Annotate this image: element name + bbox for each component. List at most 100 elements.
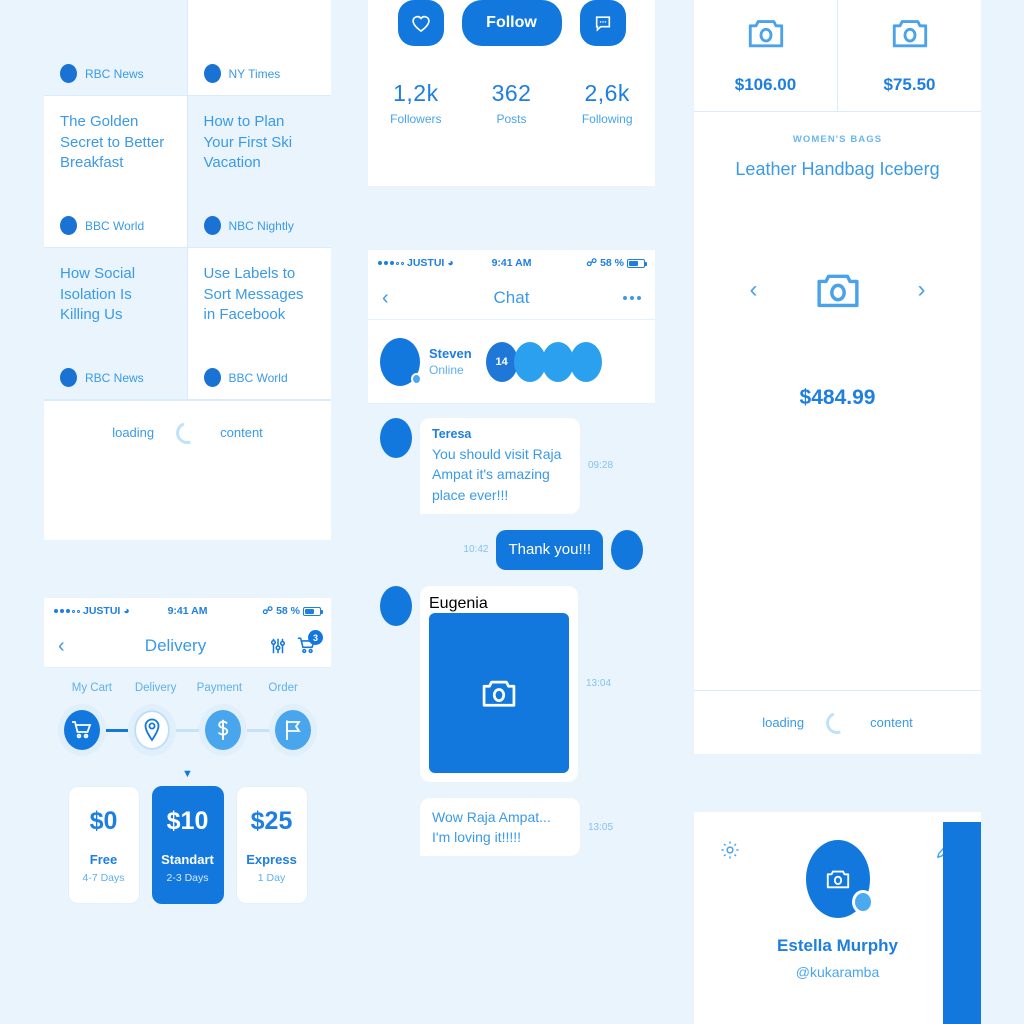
message-timestamp: 09:28 <box>588 460 614 472</box>
battery-label: 58 % <box>276 605 300 617</box>
delivery-option[interactable]: $10 Standart 2-3 Days <box>151 786 224 904</box>
news-source-name: RBC News <box>85 370 144 385</box>
chat-message[interactable]: Eugenia 13:04 <box>380 585 643 782</box>
sliders-icon <box>269 637 287 655</box>
side-rail <box>943 822 981 1024</box>
flag-icon <box>283 719 303 741</box>
chat-message-list: Teresa You should visit Raja Ampat it's a… <box>368 404 655 886</box>
chat-message[interactable]: Teresa You should visit Raja Ampat it's a… <box>380 418 643 514</box>
option-amount: $25 <box>250 806 293 835</box>
delivery-tab[interactable]: Order <box>251 682 315 694</box>
profile-stat-list: 1,2k Followers 362 Posts 2,6k Following <box>368 80 655 126</box>
stepper-node-dollar[interactable] <box>198 704 247 756</box>
message-button[interactable] <box>579 0 626 46</box>
news-source: NY Times <box>203 64 316 83</box>
story-avatar[interactable] <box>569 341 602 382</box>
delivery-tab[interactable]: Payment <box>188 682 252 694</box>
stepper-connector <box>106 728 129 732</box>
camera-icon <box>825 867 851 891</box>
profile-actions: Follow <box>368 0 655 46</box>
current-user-story[interactable]: Steven Online <box>380 337 472 386</box>
stat-label: Followers <box>390 112 442 126</box>
stepper-node-cart[interactable] <box>58 704 106 756</box>
message-bubble: Thank you!!! <box>496 529 603 570</box>
clock-label: 9:41 AM <box>491 257 532 269</box>
chevron-left-icon: ‹ <box>58 634 65 657</box>
delivery-option[interactable]: $0 Free 4-7 Days <box>67 786 140 904</box>
settings-button[interactable] <box>720 840 758 860</box>
chat-back-button[interactable]: ‹ <box>382 288 422 308</box>
story-avatar[interactable]: 14 <box>485 341 518 382</box>
cart-icon <box>71 720 93 740</box>
stat-label: Posts <box>496 112 527 126</box>
chat-message[interactable]: Wow Raja Ampat... I'm loving it!!!!! 13:0… <box>380 797 643 857</box>
news-tile[interactable]: Use Labels to Sort Messages in Facebook B… <box>187 248 331 400</box>
camera-icon <box>848 15 971 51</box>
carousel-prev-button[interactable]: ‹ <box>750 278 758 302</box>
news-source-name: NY Times <box>228 66 281 81</box>
chat-screen-card: JUSTUI ◕ 9:41 AM ☍ 58 % ‹ Chat Steven On… <box>368 250 655 1024</box>
wifi-icon: ◕ <box>123 605 130 617</box>
wifi-icon: ◕ <box>447 257 454 269</box>
user-profile-card: Estella Murphy @kukaramba <box>694 812 981 1024</box>
delivery-stepper <box>44 694 331 756</box>
stepper-node-location-pin[interactable] <box>128 704 177 756</box>
product-tile[interactable]: Handmade Bamboo$75.50 <box>838 0 981 112</box>
message-photo[interactable] <box>429 612 569 773</box>
news-tile-title: Use Labels to Sort Messages in Facebook <box>203 265 304 324</box>
bluetooth-icon: ☍ <box>586 257 598 269</box>
product-title: Leather Handbag Iceberg <box>735 158 940 179</box>
user-handle: @kukaramba <box>795 964 880 980</box>
stepper-connector <box>246 728 269 732</box>
product-tile[interactable]: Justin Brown Bomber$106.00 <box>694 0 838 112</box>
follow-label: Follow <box>486 14 537 31</box>
more-dots-icon <box>623 295 641 300</box>
news-tile[interactable]: How to Plan Your First Ski Vacation NBC N… <box>187 96 331 248</box>
avatar <box>380 337 422 386</box>
news-source: RBC News <box>60 368 171 387</box>
stepper-node-flag[interactable] <box>268 704 317 756</box>
source-avatar-icon <box>203 368 221 387</box>
online-indicator <box>851 890 874 914</box>
carousel-next-button[interactable]: › <box>918 278 926 302</box>
stat-value: 1,2k <box>393 80 439 106</box>
news-tile[interactable]: NY Times <box>187 0 331 96</box>
avatar[interactable] <box>805 840 874 918</box>
chat-bubble-icon <box>593 14 613 33</box>
source-avatar-icon <box>203 64 221 83</box>
online-indicator <box>411 372 422 385</box>
profile-stat[interactable]: 2,6k Following <box>559 80 655 126</box>
option-amount: $10 <box>166 806 209 835</box>
delivery-option[interactable]: $25 Express 1 Day <box>235 786 308 904</box>
like-button[interactable] <box>397 0 444 46</box>
news-source: BBC World <box>203 368 316 387</box>
camera-icon <box>704 15 827 51</box>
story-avatar[interactable] <box>541 341 574 382</box>
delivery-title: Delivery <box>144 635 207 655</box>
message-bubble: Teresa You should visit Raja Ampat it's a… <box>420 418 580 514</box>
chat-title: Chat <box>493 287 530 307</box>
ui-kit-canvas: RBC News NY Times The Golden Secret to Bet… <box>0 0 1024 1024</box>
news-tile[interactable]: RBC News <box>44 0 188 96</box>
delivery-tab[interactable]: My Cart <box>60 682 124 694</box>
avatar <box>380 418 412 458</box>
avatar <box>611 529 643 570</box>
follow-button[interactable]: Follow <box>461 0 562 46</box>
news-tile[interactable]: How Social Isolation Is Killing Us RBC Ne… <box>44 248 188 400</box>
delivery-back-button[interactable]: ‹ <box>58 636 98 656</box>
cart-button[interactable]: 3 <box>297 630 323 655</box>
chat-more-button[interactable] <box>601 295 641 300</box>
news-tile[interactable]: The Golden Secret to Better Breakfast BBC… <box>44 96 188 248</box>
delivery-tab[interactable]: Delivery <box>124 682 188 694</box>
story-unread-count: 14 <box>495 355 508 368</box>
product-price: $106.00 <box>734 74 797 94</box>
story-avatar[interactable] <box>513 341 546 382</box>
news-feed-card: RBC News NY Times The Golden Secret to Bet… <box>44 0 331 540</box>
profile-stat[interactable]: 362 Posts <box>464 80 560 126</box>
chat-message[interactable]: 10:42 Thank you!!! <box>380 529 643 570</box>
profile-stat[interactable]: 1,2k Followers <box>368 80 464 126</box>
filter-button[interactable] <box>269 637 287 655</box>
message-text: Thank you!!! <box>508 540 591 558</box>
battery-icon <box>627 258 647 268</box>
signal-dots-icon <box>54 609 80 613</box>
